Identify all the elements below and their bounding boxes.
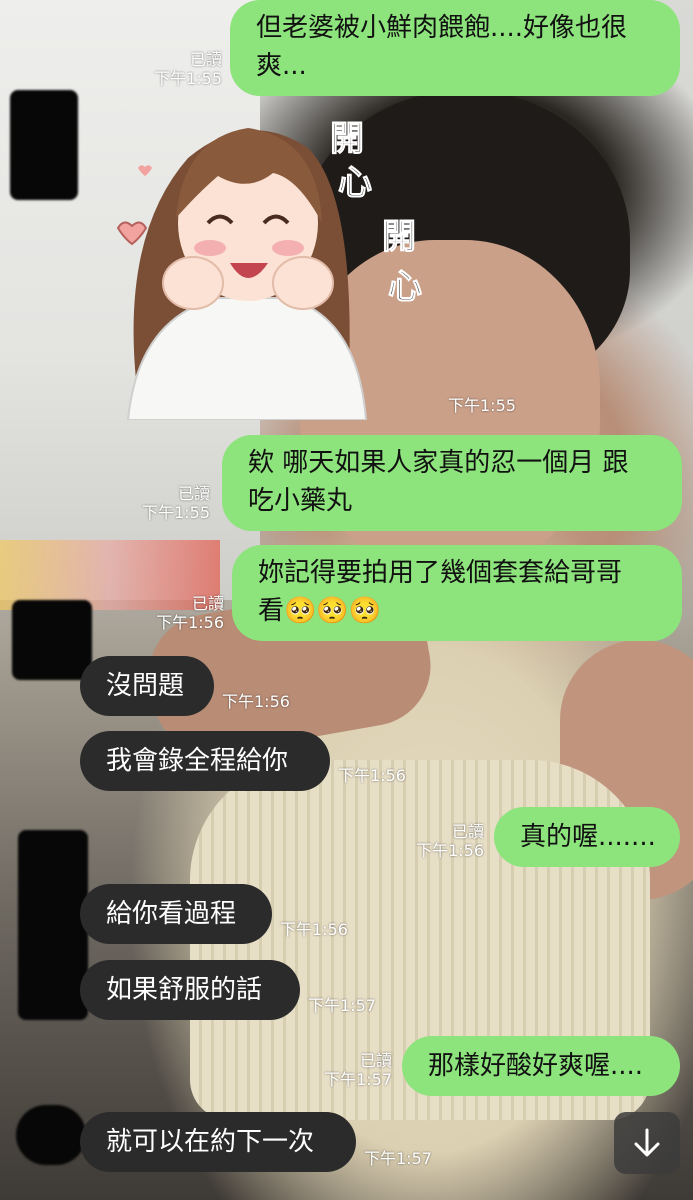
message-text: 就可以在約下一次 — [106, 1127, 315, 1157]
sticker-text: 開 — [330, 119, 364, 159]
message-bubble-outgoing[interactable]: 但老婆被小鮮肉餵飽....好像也很 爽... — [230, 0, 680, 96]
message-time: 下午1:55 — [448, 396, 516, 415]
message-bubble-outgoing[interactable]: 欸 哪天如果人家真的忍一個月 跟 吃小藥丸 — [222, 435, 682, 531]
chat-screen: 但老婆被小鮮肉餵飽....好像也很 爽... 已讀 下午1:55 開 心 開 心… — [0, 0, 693, 1200]
message-time: 下午1:56 — [416, 841, 484, 860]
message-time: 下午1:56 — [280, 920, 348, 939]
message-time: 下午1:57 — [308, 996, 376, 1015]
message-meta: 下午1:56 — [280, 920, 370, 939]
message-time: 下午1:56 — [156, 613, 224, 632]
censored-avatar — [18, 830, 88, 1020]
message-text: 我會錄全程給你 — [106, 746, 289, 776]
censored-avatar — [10, 90, 78, 200]
message-time: 下午1:56 — [222, 692, 290, 711]
message-meta: 下午1:57 — [364, 1149, 454, 1168]
message-text: 給你看過程 — [106, 899, 237, 929]
censored-avatar — [16, 1105, 86, 1165]
message-text: 妳記得要拍用了幾個套套給哥哥 看🥺🥺🥺 — [258, 558, 623, 626]
message-meta: 下午1:56 — [338, 766, 428, 785]
sticker-text: 心 — [388, 267, 422, 307]
message-time: 下午1:57 — [364, 1149, 432, 1168]
censored-avatar — [12, 600, 92, 680]
message-meta: 已讀 下午1:56 — [400, 822, 484, 860]
scroll-to-bottom-button[interactable] — [614, 1112, 680, 1174]
sticker-text: 開 — [382, 217, 416, 257]
sticker-message[interactable]: 開 心 開 心 — [98, 98, 428, 421]
anime-girl-sticker-icon: 開 心 開 心 — [116, 119, 423, 421]
message-text: 沒問題 — [106, 671, 185, 701]
sticker-text: 心 — [338, 163, 372, 203]
message-bubble-incoming[interactable]: 沒問題 — [80, 656, 214, 716]
message-meta: 已讀 下午1:55 — [128, 484, 210, 522]
read-receipt: 已讀 — [177, 484, 210, 503]
message-bubble-outgoing[interactable]: 那樣好酸好爽喔.... — [402, 1036, 680, 1096]
message-bubble-incoming[interactable]: 就可以在約下一次 — [80, 1112, 356, 1172]
message-bubble-outgoing[interactable]: 妳記得要拍用了幾個套套給哥哥 看🥺🥺🥺 — [232, 545, 682, 641]
message-text: 那樣好酸好爽喔.... — [428, 1051, 644, 1081]
message-bubble-incoming[interactable]: 如果舒服的話 — [80, 960, 300, 1020]
message-text: 欸 哪天如果人家真的忍一個月 跟 吃小藥丸 — [248, 448, 629, 516]
message-meta: 下午1:55 — [448, 396, 558, 415]
message-meta: 已讀 下午1:56 — [140, 594, 224, 632]
message-bubble-incoming[interactable]: 給你看過程 — [80, 884, 272, 944]
arrow-down-icon — [634, 1128, 660, 1157]
read-receipt: 已讀 — [451, 822, 484, 841]
message-bubble-outgoing[interactable]: 真的喔....... — [494, 807, 680, 867]
message-text: 真的喔....... — [520, 822, 656, 852]
message-meta: 下午1:56 — [222, 692, 312, 711]
message-time: 下午1:55 — [142, 503, 210, 522]
read-receipt: 已讀 — [189, 50, 222, 69]
message-time: 下午1:57 — [324, 1070, 392, 1089]
message-text: 但老婆被小鮮肉餵飽....好像也很 爽... — [256, 13, 628, 81]
message-bubble-incoming[interactable]: 我會錄全程給你 — [80, 731, 330, 791]
message-time: 下午1:55 — [154, 69, 222, 88]
message-time: 下午1:56 — [338, 766, 406, 785]
message-meta: 下午1:57 — [308, 996, 398, 1015]
read-receipt: 已讀 — [359, 1051, 392, 1070]
message-meta: 已讀 下午1:57 — [306, 1051, 392, 1089]
message-meta: 已讀 下午1:55 — [140, 50, 222, 88]
message-text: 如果舒服的話 — [106, 975, 263, 1005]
read-receipt: 已讀 — [191, 594, 224, 613]
